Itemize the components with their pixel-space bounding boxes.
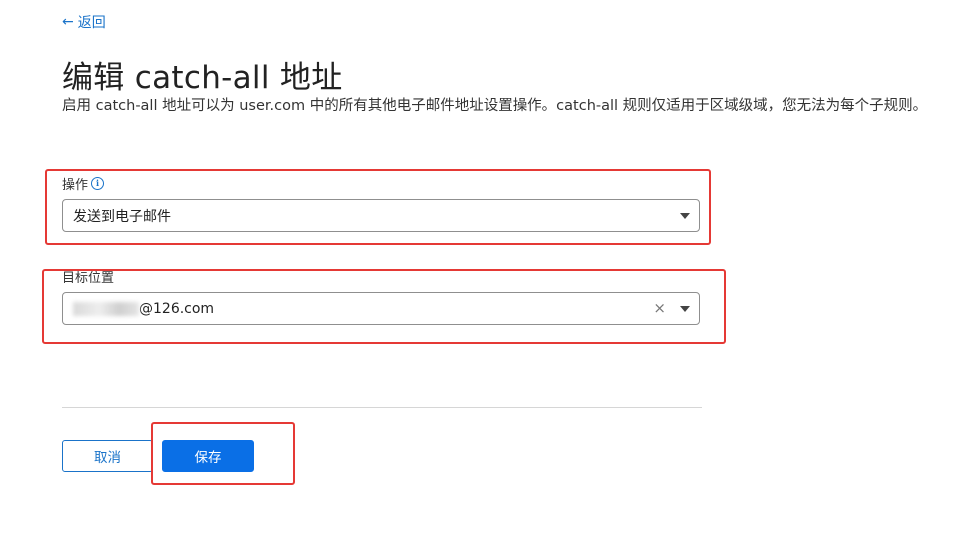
redacted-email-mask xyxy=(73,301,139,316)
back-label: 返回 xyxy=(77,15,106,31)
back-arrow-icon: ← xyxy=(62,14,74,30)
destination-field-label: 目标位置 xyxy=(62,267,114,286)
page-title: 编辑 catch-all 地址 xyxy=(62,60,343,96)
chevron-down-icon[interactable] xyxy=(680,213,690,219)
destination-select-value: @126.com xyxy=(139,300,215,317)
info-icon[interactable]: i xyxy=(91,177,105,190)
action-select-value: 发送到电子邮件 xyxy=(73,208,171,225)
action-label-text: 操作 xyxy=(62,178,89,193)
chevron-down-icon[interactable] xyxy=(680,306,690,312)
save-button[interactable]: 保存 xyxy=(162,440,254,472)
action-select[interactable]: 发送到电子邮件 xyxy=(62,199,700,232)
cancel-button[interactable]: 取消 xyxy=(62,440,153,472)
back-link[interactable]: ← 返回 xyxy=(62,12,106,32)
clear-icon[interactable]: × xyxy=(653,299,666,317)
destination-label-text: 目标位置 xyxy=(62,271,115,286)
divider xyxy=(62,407,702,408)
action-field-label: 操作 i xyxy=(62,174,105,193)
page-description: 启用 catch-all 地址可以为 user.com 中的所有其他电子邮件地址… xyxy=(62,98,928,114)
destination-select[interactable]: @126.com × xyxy=(62,292,700,325)
